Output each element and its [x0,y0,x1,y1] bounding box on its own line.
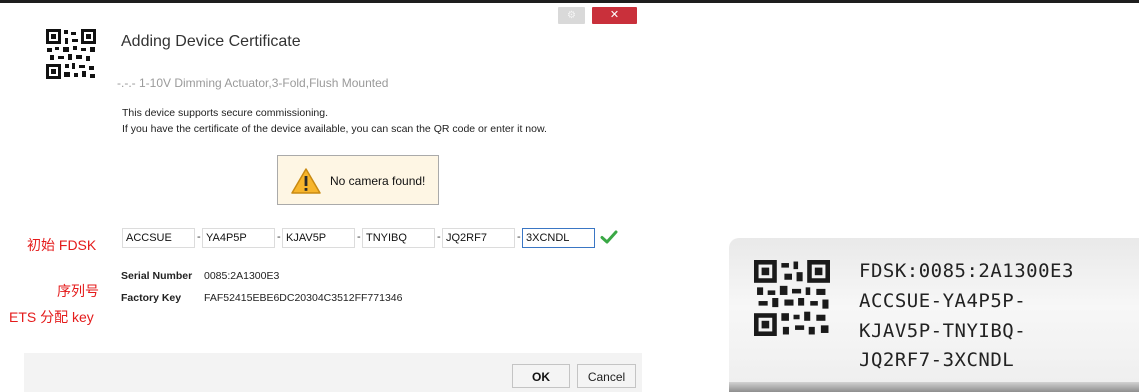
warning-icon [291,168,321,194]
device-label-photo: FDSK:0085:2A1300E3 ACCSUE-YA4P5P- KJAV5P… [729,238,1139,392]
fdsk-segment-6[interactable] [522,228,595,248]
factory-key-label: Factory Key [121,292,182,304]
factory-key-value: FAF52415EBE6DC20304C3512FF771346 [204,292,403,304]
fdsk-segment-3[interactable] [282,228,355,248]
cancel-button[interactable]: Cancel [577,364,636,388]
gear-icon: ⚙ [567,10,576,21]
fdsk-segment-2[interactable] [202,228,275,248]
device-name: -.-.- 1-10V Dimming Actuator,3-Fold,Flus… [117,76,389,90]
check-icon [600,230,618,244]
info-text-line-1: This device supports secure commissionin… [122,107,329,119]
camera-message: No camera found! [330,174,426,188]
qr-code-icon [46,29,96,79]
annotation-serial: 序列号 [57,283,99,299]
fdsk-segment-4[interactable] [362,228,435,248]
serial-number-label: Serial Number [121,270,193,282]
separator: - [357,231,361,243]
close-button[interactable]: ✕ [592,7,637,24]
label-line-4: JQ2RF7-3XCNDL [859,349,1015,371]
settings-button[interactable]: ⚙ [558,7,585,24]
separator: - [197,231,201,243]
label-line-2: ACCSUE-YA4P5P- [859,290,1027,312]
annotation-ets-key: ETS 分配 key [9,309,94,325]
label-line-3: KJAV5P-TNYIBQ- [859,320,1027,342]
close-icon: ✕ [609,9,620,21]
fdsk-segment-1[interactable] [122,228,195,248]
info-text-line-2: If you have the certificate of the devic… [122,123,547,135]
camera-status-box: No camera found! [277,155,439,205]
separator: - [277,231,281,243]
annotation-fdsk: 初始 FDSK [27,237,97,253]
ok-button[interactable]: OK [512,364,570,388]
serial-number-value: 0085:2A1300E3 [204,270,280,282]
qr-code-icon [754,260,830,336]
label-line-1: FDSK:0085:2A1300E3 [859,260,1074,282]
separator: - [517,231,521,243]
separator: - [437,231,441,243]
top-border [0,0,1139,3]
fdsk-segment-5[interactable] [442,228,515,248]
label-edge [729,382,1139,392]
dialog-title: Adding Device Certificate [121,33,301,50]
